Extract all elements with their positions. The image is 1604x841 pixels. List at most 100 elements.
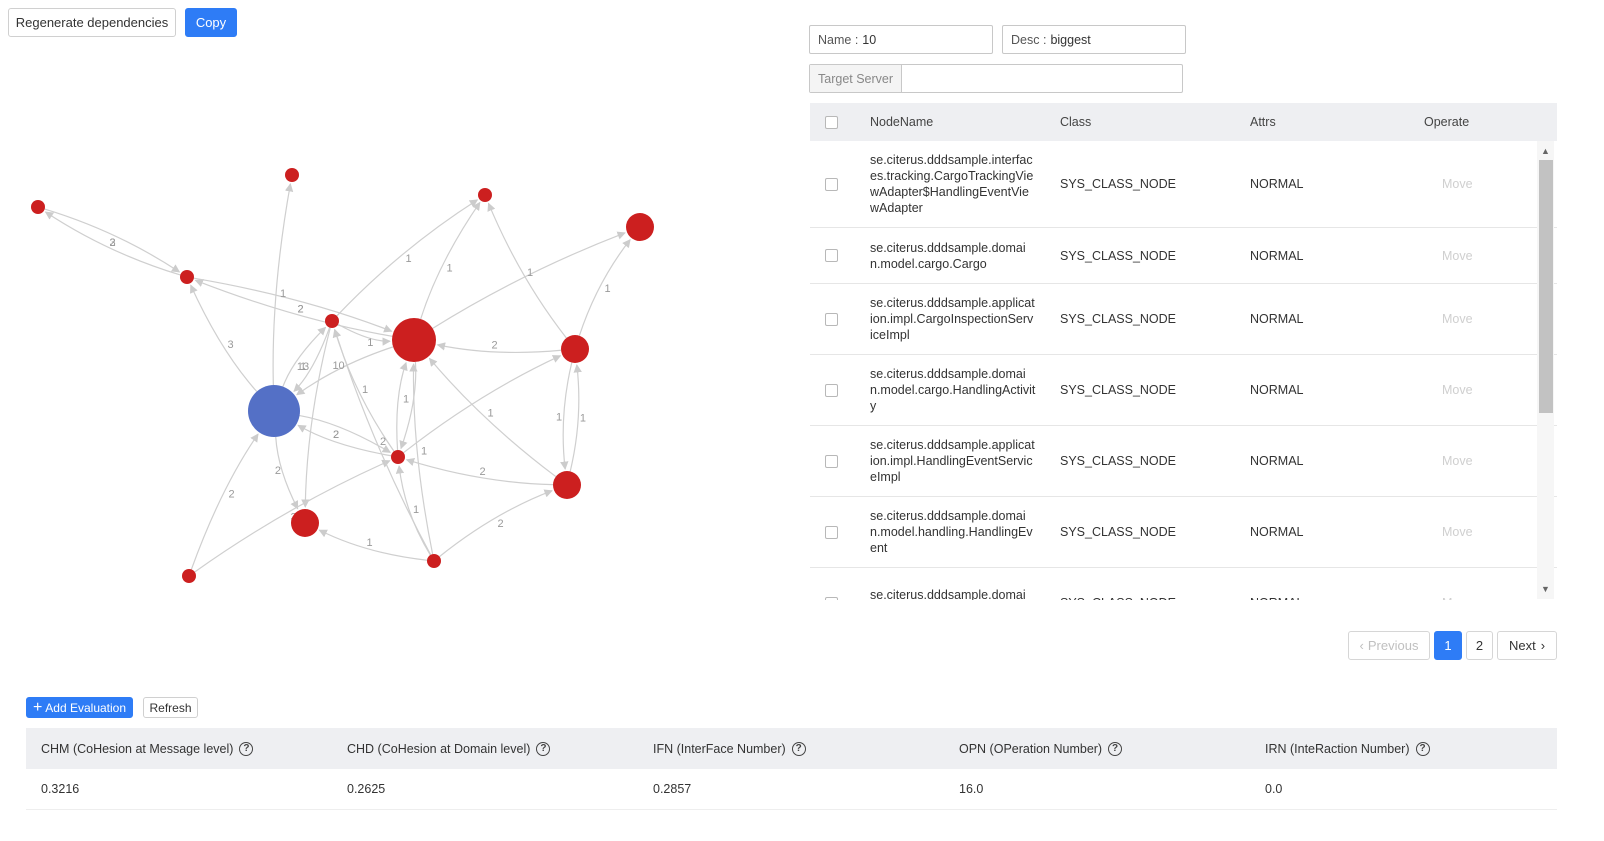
metric-label: CHM (CoHesion at Message level) (41, 741, 234, 756)
row-class: SYS_CLASS_NODE (1060, 454, 1177, 468)
edge-weight-label: 1 (366, 537, 372, 549)
help-icon[interactable]: ? (791, 741, 806, 756)
graph-node[interactable] (391, 450, 405, 464)
graph-node[interactable] (291, 509, 319, 537)
table-body: se.citerus.dddsample.interfaces.tracking… (810, 141, 1557, 600)
scroll-up-icon[interactable]: ▲ (1541, 146, 1550, 156)
row-attrs: NORMAL (1232, 596, 1422, 600)
table-row: se.citerus.dddsample.application.impl.Ca… (810, 284, 1557, 355)
graph-edge (299, 414, 391, 453)
row-class: SYS_CLASS_NODE (1060, 525, 1177, 539)
row-checkbox[interactable] (824, 454, 838, 468)
graph-node[interactable] (285, 168, 299, 182)
name-value: 10 (862, 32, 877, 47)
edge-weight-label: 2 (380, 436, 386, 448)
next-label: Next (1508, 638, 1536, 653)
help-icon[interactable]: ? (1108, 741, 1123, 756)
next-page-button[interactable]: Next › (1497, 631, 1557, 660)
row-checkbox[interactable] (824, 249, 838, 262)
row-checkbox[interactable] (824, 177, 838, 191)
metric-value-4: 0.0 (1265, 782, 1283, 796)
help-icon[interactable]: ? (1415, 741, 1430, 756)
graph-edge (560, 362, 573, 470)
graph-node-selected[interactable] (248, 385, 300, 437)
select-all-checkbox[interactable] (824, 115, 838, 129)
move-button[interactable]: Move (1422, 177, 1542, 191)
row-class: SYS_CLASS_NODE (1060, 312, 1177, 326)
help-icon[interactable]: ? (239, 741, 254, 756)
move-button[interactable]: Move (1422, 383, 1542, 397)
table-scrollbar-thumb[interactable] (1539, 160, 1553, 413)
graph-node[interactable] (392, 318, 436, 362)
graph-edge (439, 489, 553, 558)
edge-weight-label: 1 (446, 263, 452, 275)
name-field[interactable]: Name : 10 (809, 25, 993, 54)
previous-page-button[interactable]: ‹ Previous (1348, 631, 1430, 660)
edge-weight-label: 3 (109, 237, 115, 249)
regenerate-dependencies-button[interactable]: Regenerate dependencies (8, 8, 176, 37)
metric-value-1: 0.2625 (347, 782, 386, 796)
move-button[interactable]: Move (1422, 525, 1542, 539)
node-table: NodeName Class Attrs Operate se.citerus.… (810, 103, 1557, 600)
row-attrs: NORMAL (1250, 525, 1304, 539)
graph-node[interactable] (427, 554, 441, 568)
graph-node[interactable] (561, 335, 589, 363)
row-select-cell (810, 596, 852, 600)
graph-edge (193, 277, 393, 333)
row-select-cell (810, 177, 852, 191)
help-icon[interactable]: ? (536, 741, 551, 756)
graph-edge (432, 231, 626, 329)
target-server-field[interactable]: Target Server (809, 64, 1183, 93)
move-button[interactable]: Move (1422, 454, 1542, 468)
graph-node[interactable] (553, 471, 581, 499)
graph-edge (569, 364, 582, 472)
graph-node[interactable] (325, 314, 339, 328)
scroll-down-icon[interactable]: ▼ (1541, 584, 1550, 594)
page-2-button[interactable]: 2 (1466, 631, 1493, 660)
move-button[interactable]: Move (1422, 596, 1542, 600)
metric-value-0: 0.3216 (41, 782, 80, 796)
row-attrs: NORMAL (1250, 312, 1304, 326)
edge-weight-label: 2 (333, 429, 339, 441)
header-operate: Operate (1424, 115, 1470, 129)
row-checkbox[interactable] (824, 596, 838, 600)
refresh-button[interactable]: Refresh (143, 697, 198, 718)
graph-node[interactable] (180, 270, 194, 284)
metric-value-3: 16.0 (959, 782, 984, 796)
add-evaluation-button[interactable]: + Add Evaluation (26, 697, 133, 718)
copy-button[interactable]: Copy (185, 8, 237, 37)
graph-node[interactable] (626, 213, 654, 241)
edge-weight-label: 1 (487, 408, 493, 420)
row-attrs: NORMAL (1250, 454, 1304, 468)
table-row: se.citerus.dddsample.domain.model.cargo.… (810, 568, 1557, 600)
row-nodename: se.citerus.dddsample.domain.model.cargo.… (870, 240, 1026, 271)
graph-node[interactable] (31, 200, 45, 214)
move-button[interactable]: Move (1422, 312, 1542, 326)
graph-edge (436, 342, 562, 354)
page-1-button[interactable]: 1 (1434, 631, 1462, 660)
edge-weight-label: 1 (403, 394, 409, 406)
row-checkbox[interactable] (824, 525, 838, 539)
desc-value: biggest (1050, 32, 1091, 47)
table-header: NodeName Class Attrs Operate (810, 103, 1557, 141)
table-row: se.citerus.dddsample.domain.model.cargo.… (810, 228, 1557, 284)
metric-label: CHD (CoHesion at Domain level) (347, 741, 531, 756)
row-checkbox[interactable] (824, 383, 838, 397)
graph-node[interactable] (478, 188, 492, 202)
row-attrs: NORMAL (1250, 177, 1304, 191)
dependency-graph[interactable]: 233221111211113101221121122311221 (0, 140, 700, 600)
desc-field[interactable]: Desc : biggest (1002, 25, 1186, 54)
row-select-cell (810, 249, 852, 262)
desc-label: Desc : (1011, 32, 1047, 47)
move-button[interactable]: Move (1422, 249, 1542, 263)
edge-weight-label: 1 (413, 504, 419, 516)
plus-icon: + (32, 698, 43, 716)
row-checkbox[interactable] (824, 312, 838, 326)
header-attrs: Attrs (1250, 115, 1276, 129)
row-select-cell (810, 454, 852, 468)
graph-node[interactable] (182, 569, 196, 583)
row-attrs: NORMAL (1250, 383, 1304, 397)
row-nodename: se.citerus.dddsample.domain.model.cargo.… (870, 367, 1036, 413)
metric-header-3: OPN (OPeration Number)? (944, 741, 1250, 756)
edge-weight-label: 10 (332, 360, 344, 372)
